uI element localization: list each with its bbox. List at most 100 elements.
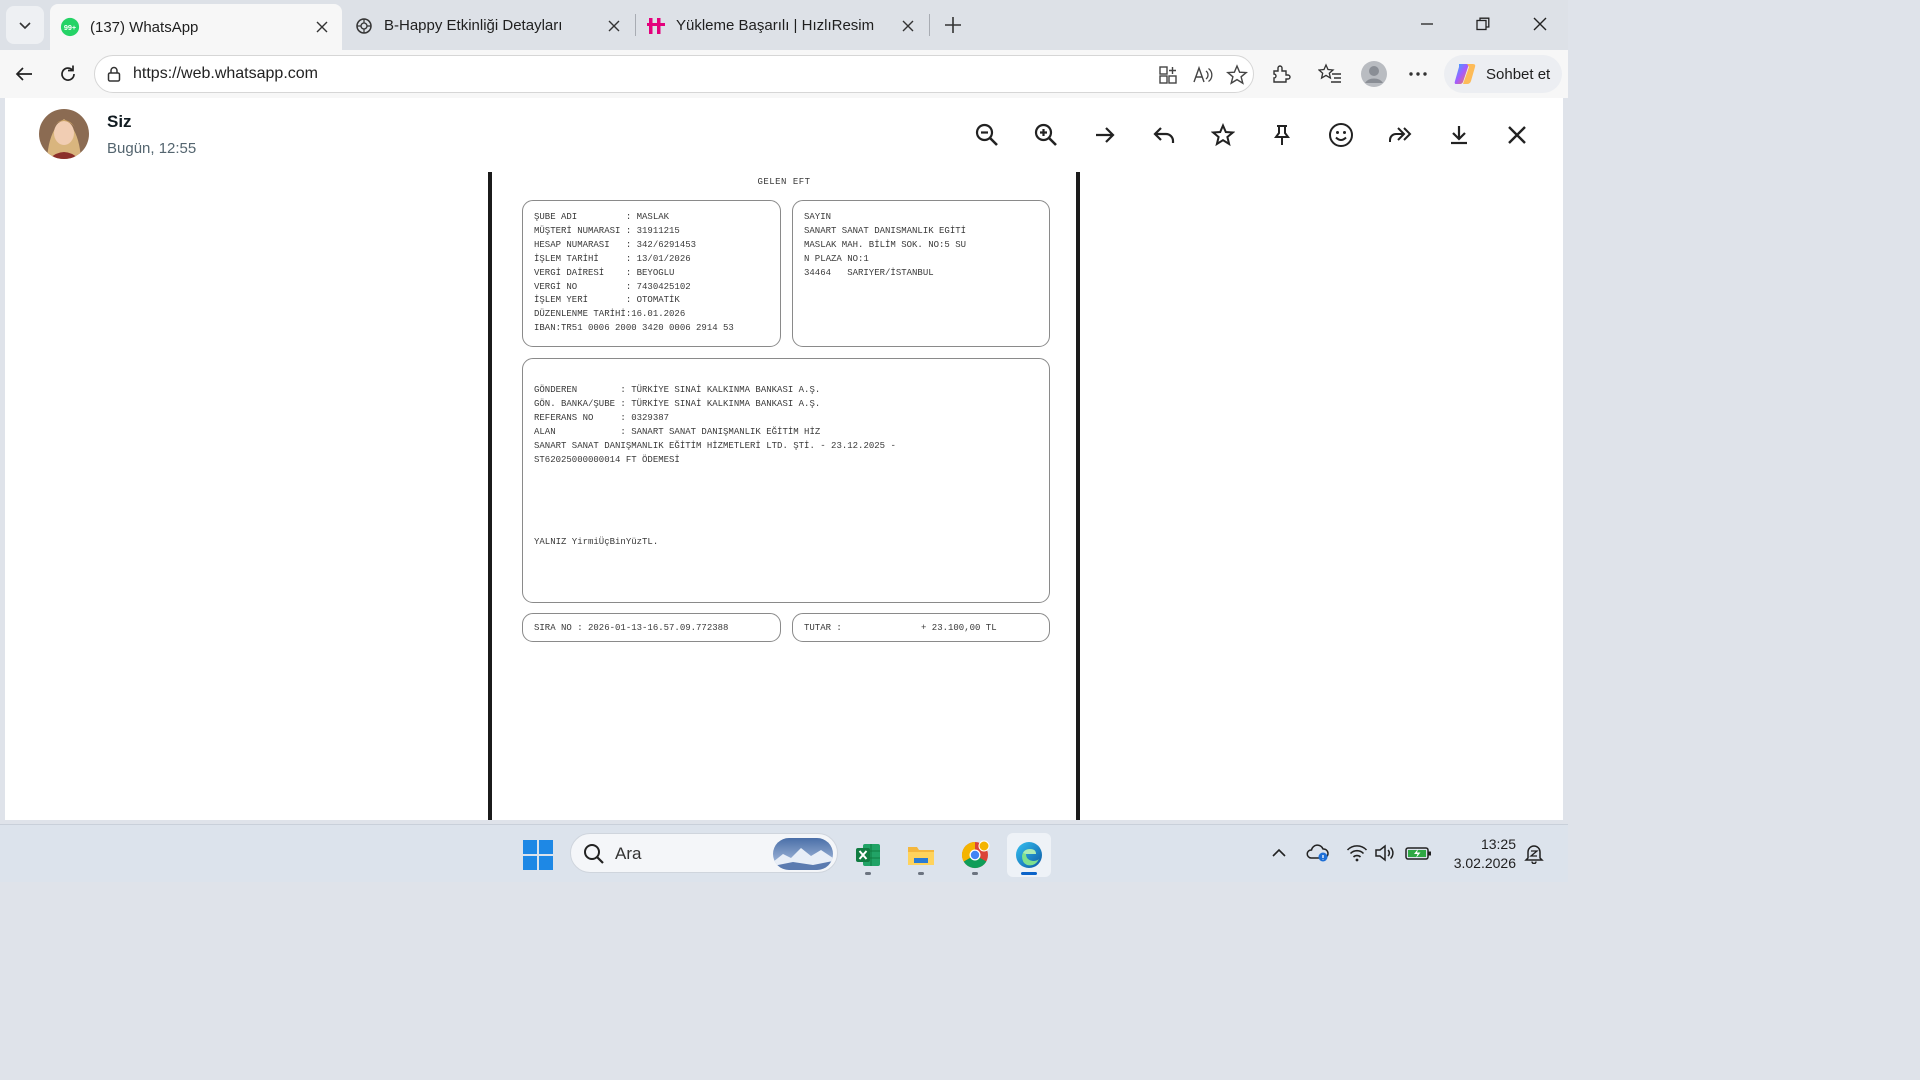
close-icon: [1533, 17, 1547, 31]
address-line: MASLAK MAH. BİLİM SOK. NO:5 SU: [804, 239, 967, 250]
account-line: IBAN:TR51 0006 2000 3420 0006 2914 53: [534, 323, 734, 334]
detail-line: REFERANS NO : 0329387: [534, 412, 670, 423]
close-icon[interactable]: [1502, 120, 1532, 150]
running-indicator: [972, 872, 978, 875]
copilot-chat-button[interactable]: Sohbet et: [1444, 55, 1562, 93]
amount-in-words: YALNIZ YirmiÜçBinYüzTL.: [534, 537, 659, 548]
account-line: VERGİ DAİRESİ : BEYOGLU: [534, 267, 675, 278]
address-line: SANART SANAT DANISMANLIK EGİTİ: [804, 225, 967, 236]
account-info-box: ŞUBE ADI : MASLAK MÜŞTERİ NUMARASI : 319…: [522, 200, 781, 347]
minimize-button[interactable]: [1402, 4, 1452, 44]
emoji-icon[interactable]: [1326, 120, 1356, 150]
chrome-app-button[interactable]: [953, 833, 997, 877]
tab-close-icon[interactable]: [898, 16, 918, 36]
folder-icon: [908, 847, 934, 865]
volume-icon[interactable]: [1373, 841, 1397, 865]
back-arrow-icon: [15, 67, 32, 81]
tab-title: B-Happy Etkinliği Detayları: [384, 17, 563, 34]
refresh-icon: [61, 65, 75, 81]
search-placeholder: Ara: [615, 844, 642, 863]
tab-divider: [929, 14, 930, 36]
address-line: SAYIN: [804, 212, 832, 222]
account-line: HESAP NUMARASI : 342/6291453: [534, 239, 697, 250]
address-line: 34464 SARIYER/İSTANBUL: [804, 267, 934, 278]
account-line: ŞUBE ADI : MASLAK: [534, 212, 670, 222]
tab-b-happy[interactable]: B-Happy Etkinliği Detayları: [344, 5, 634, 46]
search-icon: [584, 844, 604, 864]
lock-icon[interactable]: [105, 65, 123, 83]
show-hidden-icons-chevron[interactable]: [1267, 841, 1291, 865]
document-title: GELEN EFT: [757, 177, 811, 187]
tab-close-icon[interactable]: [604, 16, 624, 36]
star-icon[interactable]: [1208, 120, 1238, 150]
tab-actions-menu-button[interactable]: [6, 6, 44, 44]
excel-icon: [856, 844, 880, 866]
detail-line: GÖNDEREN : TÜRKİYE SINAİ KALKINMA BANKAS…: [534, 385, 821, 395]
amount-label: TUTAR :: [804, 623, 842, 633]
tab-close-icon[interactable]: [312, 17, 332, 37]
chatgpt-icon: [354, 16, 374, 36]
tab-whatsapp[interactable]: 99+ (137) WhatsApp: [50, 4, 342, 50]
tab-title: (137) WhatsApp: [90, 18, 199, 36]
copilot-label: Sohbet et: [1486, 65, 1551, 83]
app-available-icon[interactable]: [1156, 63, 1180, 87]
tab-title: Yükleme Başarılı | HızlıResim: [676, 17, 875, 34]
clock-time: 13:25: [1480, 836, 1516, 852]
running-indicator: [865, 872, 871, 875]
restore-button[interactable]: [1458, 4, 1508, 44]
battery-icon[interactable]: [1404, 841, 1434, 865]
detail-line: SANART SANAT DANIŞMANLIK EĞİTİM HİZMETLE…: [534, 440, 896, 451]
pin-icon[interactable]: [1267, 120, 1297, 150]
account-line: İŞLEM TARİHİ : 13/01/2026: [534, 253, 691, 264]
hizliresim-icon: [646, 16, 666, 36]
taskbar-search[interactable]: Ara: [570, 833, 838, 873]
download-icon[interactable]: [1444, 120, 1474, 150]
more-options-icon[interactable]: [1405, 61, 1431, 87]
wifi-icon[interactable]: [1345, 841, 1369, 865]
windows-start-icon[interactable]: [522, 839, 554, 871]
plus-icon: [945, 17, 961, 33]
sender-name: Siz: [107, 112, 132, 131]
whatsapp-badge-icon: 99+: [60, 17, 80, 37]
file-explorer-app-button[interactable]: [899, 833, 943, 877]
document-image[interactable]: GELEN EFT ŞUBE ADI : MASLAK MÜŞTERİ NUMA…: [488, 172, 1080, 820]
notifications-icon[interactable]: [1522, 841, 1546, 865]
tab-hizliresim[interactable]: Yükleme Başarılı | HızlıResim: [636, 5, 928, 46]
url-text[interactable]: https://web.whatsapp.com: [133, 65, 318, 83]
system-clock[interactable]: 13:25 3.02.2026: [1440, 835, 1516, 873]
account-line: VERGİ NO : 7430425102: [534, 281, 691, 292]
detail-line: ALAN : SANART SANAT DANIŞMANLIK EĞİTİM H…: [534, 426, 821, 437]
forward-arrow-icon[interactable]: [1090, 120, 1120, 150]
address-bar[interactable]: https://web.whatsapp.com: [94, 55, 1254, 93]
share-icon[interactable]: [1385, 120, 1415, 150]
refresh-button[interactable]: [52, 58, 84, 90]
chrome-icon: [961, 840, 990, 869]
clock-date: 3.02.2026: [1453, 855, 1516, 871]
zoom-out-icon[interactable]: [972, 120, 1002, 150]
amount-box: TUTAR : + 23.100,00 TL: [792, 613, 1050, 642]
read-aloud-icon[interactable]: [1191, 63, 1215, 87]
close-window-button[interactable]: [1515, 4, 1565, 44]
profile-avatar-icon[interactable]: [1361, 61, 1387, 87]
back-button[interactable]: [8, 58, 40, 90]
running-indicator: [918, 872, 924, 875]
transfer-details-box: GÖNDEREN : TÜRKİYE SINAİ KALKINMA BANKAS…: [522, 358, 1050, 603]
favorites-icon[interactable]: [1317, 61, 1343, 87]
amount-value: + 23.100,00 TL: [921, 623, 997, 633]
search-highlight-image[interactable]: [773, 838, 833, 870]
account-line: İŞLEM YERİ : OTOMATİK: [534, 295, 680, 306]
media-viewer: Siz Bugün, 12:55 GELEN EFT ŞUBE ADI : MA…: [5, 98, 1563, 820]
sender-avatar[interactable]: [39, 109, 89, 159]
favorite-star-icon[interactable]: [1225, 63, 1249, 87]
new-tab-button[interactable]: [936, 8, 970, 42]
account-line: DÜZENLENME TARİHİ:16.01.2026: [534, 309, 686, 320]
edge-app-button[interactable]: [1007, 833, 1051, 877]
reply-icon[interactable]: [1149, 120, 1179, 150]
onedrive-icon[interactable]: [1306, 841, 1330, 865]
recipient-address-box: SAYIN SANART SANAT DANISMANLIK EGİTİ MAS…: [792, 200, 1050, 347]
excel-app-button[interactable]: [846, 833, 890, 877]
extensions-icon[interactable]: [1268, 61, 1294, 87]
zoom-in-icon[interactable]: [1031, 120, 1061, 150]
windows-taskbar: Ara 13:25 3.02.2026: [0, 824, 1568, 882]
restore-icon: [1476, 17, 1490, 31]
